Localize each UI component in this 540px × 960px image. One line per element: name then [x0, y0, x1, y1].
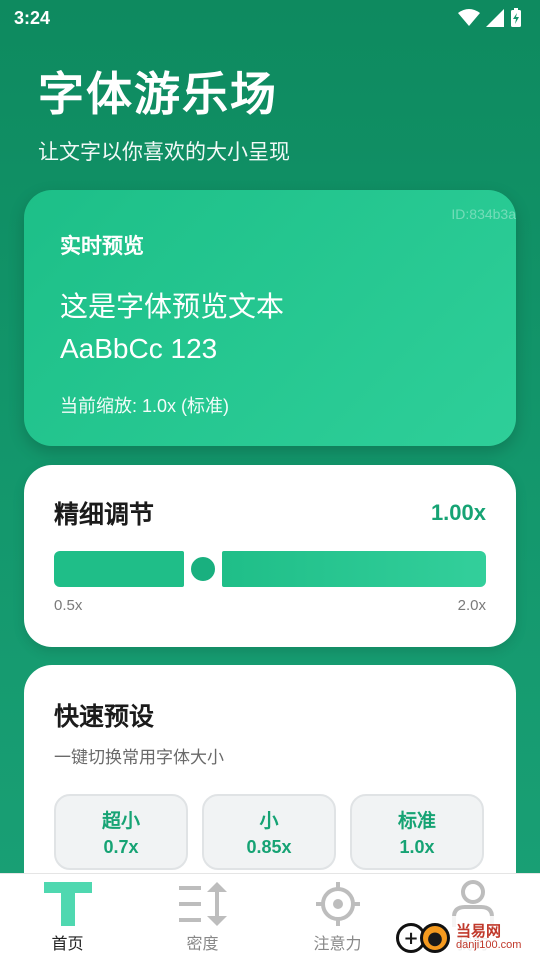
preset-buttons: 超小 0.7x 小 0.85x 标准 1.0x: [54, 794, 486, 870]
nav-item-home[interactable]: 首页: [8, 874, 128, 954]
slider-track-active[interactable]: [54, 551, 184, 587]
nav-label: 注意力: [313, 934, 362, 953]
nav-item-attention[interactable]: 注意力: [278, 874, 398, 954]
preset-value: 0.85x: [246, 837, 292, 857]
watermark-url: danji100.com: [456, 939, 522, 951]
text-t-icon: [43, 878, 93, 930]
preview-line-1: 这是字体预览文本: [60, 291, 285, 322]
preview-line-2: AaBbCc 123: [60, 333, 218, 364]
preset-name: 小: [259, 810, 279, 832]
watermark-text: 当易网 danji100.com: [456, 924, 521, 952]
preset-button-standard[interactable]: 标准 1.0x: [350, 794, 484, 870]
adjust-title: 精细调节: [54, 500, 155, 529]
signal-icon: [486, 9, 504, 27]
wifi-icon: [458, 9, 480, 26]
battery-icon: [511, 8, 521, 27]
slider-track-inactive[interactable]: [221, 551, 486, 587]
slider-max-label: 2.0x: [457, 597, 486, 614]
focus-target-icon: [314, 878, 362, 930]
presets-subtitle: 一键切换常用字体大小: [54, 748, 224, 768]
density-icon: [177, 878, 229, 930]
presets-title: 快速预设: [54, 702, 155, 731]
adjust-value: 1.00x: [430, 500, 486, 525]
current-scale-text: 当前缩放: 1.0x (标准): [60, 396, 230, 416]
slider-thumb[interactable]: [187, 554, 218, 584]
watermark-circle-icon: ●: [420, 923, 450, 953]
preset-name: 超小: [101, 810, 140, 832]
preview-text: 这是字体预览文本 AaBbCc 123: [60, 286, 480, 370]
preset-value: 1.0x: [399, 837, 435, 857]
id-watermark: ID:834b3a: [451, 206, 516, 222]
nav-item-density[interactable]: 密度: [143, 874, 263, 954]
status-icons: [458, 8, 522, 28]
slider-min-label: 0.5x: [54, 597, 83, 614]
preset-button-extra-small[interactable]: 超小 0.7x: [54, 794, 188, 870]
preset-value: 0.7x: [103, 837, 139, 857]
preset-name: 标准: [397, 810, 436, 832]
header: 字体游乐场 让文字以你喜欢的大小呈现: [38, 64, 290, 166]
status-bar: 3:24: [0, 0, 540, 36]
watermark-cn: 当易网: [456, 922, 502, 940]
live-preview-card: ID:834b3a 实时预览 这是字体预览文本 AaBbCc 123 当前缩放:…: [24, 190, 516, 446]
site-watermark: + ● 当易网 danji100.com: [392, 916, 540, 960]
preview-label: 实时预览: [60, 234, 144, 258]
nav-label: 首页: [51, 934, 84, 953]
app-title: 字体游乐场: [38, 67, 278, 121]
nav-label: 密度: [186, 934, 219, 953]
slider-labels: 0.5x 2.0x: [54, 597, 486, 614]
font-scale-slider[interactable]: [54, 551, 486, 587]
app-subtitle: 让文字以你喜欢的大小呈现: [38, 140, 290, 164]
quick-presets-card: 快速预设 一键切换常用字体大小 超小 0.7x 小 0.85x 标准 1.0x: [24, 665, 516, 905]
adjust-card-header: 精细调节 1.00x: [54, 495, 486, 531]
fine-adjust-card: 精细调节 1.00x 0.5x 2.0x: [24, 465, 516, 647]
preset-button-small[interactable]: 小 0.85x: [202, 794, 336, 870]
status-time: 3:24: [14, 7, 51, 28]
